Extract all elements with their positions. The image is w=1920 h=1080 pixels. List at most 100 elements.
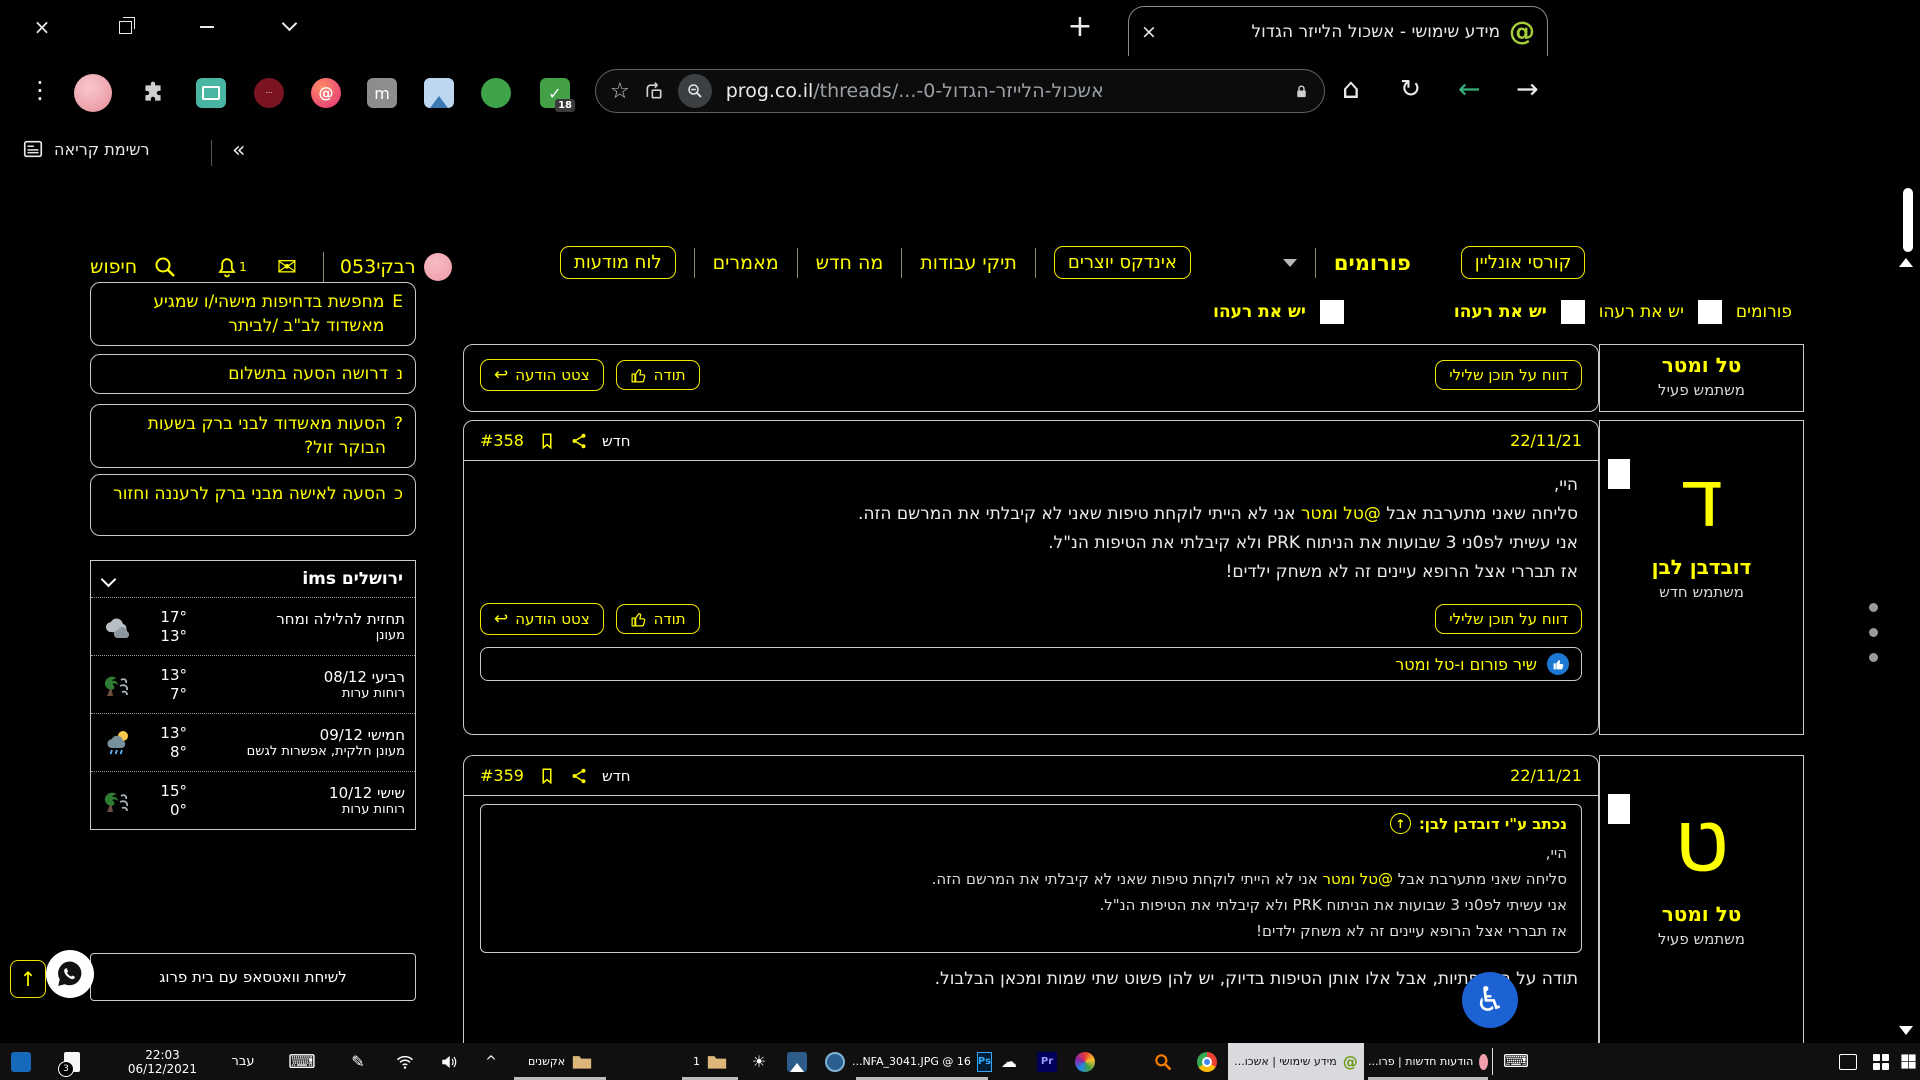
post-number[interactable]: #359 <box>480 766 524 785</box>
breadcrumb-level1[interactable]: יש את רעהו <box>1599 302 1684 322</box>
red-badge-extension-icon[interactable]: ··· <box>254 78 284 108</box>
forward-button[interactable]: ← <box>1458 74 1481 105</box>
nav-portfolios[interactable]: תיקי עבודות <box>920 252 1017 274</box>
extensions-puzzle-icon[interactable] <box>140 80 166 106</box>
leaf-extension-icon[interactable] <box>481 78 511 108</box>
bookmark-icon[interactable] <box>538 432 556 450</box>
window-restore-button[interactable] <box>108 10 142 44</box>
go-to-quoted-post-icon[interactable]: ↑ <box>1390 813 1411 834</box>
thanks-button[interactable]: תודה <box>616 604 700 634</box>
tray-expand-chevron[interactable]: ^ <box>474 1043 508 1080</box>
tab-search-button[interactable] <box>272 6 306 40</box>
carousel-dot[interactable] <box>1869 628 1878 637</box>
scroll-to-top-button[interactable]: ↑ <box>10 960 46 998</box>
avatar-letter[interactable]: ד <box>1600 457 1803 541</box>
home-button[interactable]: ⌂ <box>1342 72 1360 105</box>
task-view-button[interactable] <box>1832 1043 1864 1080</box>
mail-icon[interactable]: ✉ <box>277 253 297 281</box>
new-tab-button[interactable]: + <box>1062 8 1098 44</box>
sidebar-thread-link[interactable]: ? הסעות מאשדוד לבני ברק בשעות הבוקר זול? <box>90 404 416 468</box>
reload-button[interactable]: ↻ <box>1400 74 1421 103</box>
tab-close-icon[interactable]: × <box>1141 21 1157 43</box>
sidebar-thread-link[interactable]: כ הסעה לאישה מבני ברק לרעננה וחזור <box>90 474 416 536</box>
zoom-level-icon[interactable] <box>678 74 712 108</box>
bookmark-star-icon[interactable]: ☆ <box>610 79 630 104</box>
thanks-button[interactable]: תודה <box>616 360 700 390</box>
language-indicator[interactable]: עבר <box>222 1043 264 1080</box>
nav-online-courses-button[interactable]: קורסי אונליין <box>1461 246 1586 279</box>
photos-extension-icon[interactable] <box>424 78 454 108</box>
user-mention[interactable]: @טל ומטר <box>1301 504 1381 524</box>
quote-button[interactable]: צטט הודעה ↩ <box>480 603 604 635</box>
m-extension-icon[interactable]: m <box>367 78 397 108</box>
tray-app-icon[interactable] <box>6 1043 36 1080</box>
user-avatar[interactable] <box>424 253 452 281</box>
sidebar-thread-link[interactable]: נ דרושה הסעה בתשלום <box>90 354 416 394</box>
scroll-up-arrow[interactable] <box>1899 258 1913 267</box>
start-button[interactable] <box>1896 1043 1920 1080</box>
taskbar-clock[interactable]: 22:03 06/12/2021 <box>110 1043 215 1080</box>
browser-menu-icon[interactable]: ⋮ <box>28 76 52 104</box>
scroll-down-arrow[interactable] <box>1899 1026 1913 1035</box>
cloud-icon[interactable]: ☁ <box>992 1043 1026 1080</box>
photos-app-icon[interactable] <box>780 1043 814 1080</box>
taskbar-photoshop[interactable]: ...NFA_3041.JPG @ 16 Ps <box>856 1043 988 1080</box>
back-button[interactable]: → <box>1516 74 1539 105</box>
touch-keyboard-button[interactable]: ⌨ <box>1498 1043 1534 1080</box>
bookmark-icon[interactable] <box>538 767 556 785</box>
scrollbar-thumb[interactable] <box>1903 188 1913 252</box>
window-minimize-button[interactable] <box>190 10 224 44</box>
pen-icon[interactable]: ✎ <box>340 1043 376 1080</box>
search-app-icon[interactable] <box>1146 1043 1180 1080</box>
post-author[interactable]: דובדבן לבן <box>1600 555 1803 579</box>
search-label[interactable]: חיפוש <box>90 256 137 278</box>
breadcrumb-forums[interactable]: פורומים <box>1736 302 1792 322</box>
url-text[interactable]: prog.co.il/threads/אשכול-הלייזר-הגדול-0-… <box>726 80 1279 102</box>
avatar-letter[interactable]: ט <box>1600 796 1803 886</box>
whatsapp-bar[interactable]: לשיחת וואטסאפ עם בית פרוג <box>90 953 416 1001</box>
taskbar-folder-1[interactable]: 1 <box>682 1043 738 1080</box>
paint-palette-icon[interactable] <box>1068 1043 1102 1080</box>
sidebar-thread-link[interactable]: E מחפשת בדחיפות מישהי/ו שמגיע מאשדוד לב"… <box>90 282 416 346</box>
nav-board-button[interactable]: לוח מודעות <box>560 246 676 279</box>
studio-extension-icon[interactable] <box>196 78 226 108</box>
collapse-chevron-icon[interactable] <box>101 571 117 587</box>
notifications-bell-button[interactable]: 1 <box>215 255 247 279</box>
address-bar[interactable]: ☆ prog.co.il/threads/אשכול-הלייזר-הגדול-… <box>595 69 1325 113</box>
browser-tab[interactable]: @ מידע שימושי - אשכול הלייזר הגדול × <box>1128 6 1548 56</box>
breadcrumb-level3[interactable]: יש את רעהו <box>1213 302 1306 322</box>
nav-whats-new[interactable]: מה חדש <box>816 252 884 274</box>
bookmarks-overflow-button[interactable]: « <box>232 138 245 163</box>
accessibility-button[interactable]: ♿ <box>1462 972 1518 1028</box>
user-mention[interactable]: @טל ומטר <box>1323 870 1394 888</box>
reading-list-button[interactable]: רשימת קריאה <box>22 138 150 160</box>
touch-keyboard-icon[interactable]: ⌨ <box>282 1043 322 1080</box>
chrome-icon[interactable] <box>1190 1043 1224 1080</box>
send-to-device-icon[interactable] <box>644 81 664 101</box>
share-icon[interactable] <box>570 432 588 450</box>
carousel-dot[interactable] <box>1869 653 1878 662</box>
brightness-icon[interactable]: ☀ <box>742 1043 776 1080</box>
lock-icon[interactable] <box>1293 83 1310 100</box>
carousel-dot[interactable] <box>1869 603 1878 612</box>
whatsapp-icon[interactable] <box>46 950 94 998</box>
post-author[interactable]: טל ומטר <box>1600 902 1803 926</box>
profile-avatar[interactable] <box>74 74 112 112</box>
report-button[interactable]: דווח על תוכן שלילי <box>1435 604 1582 634</box>
premiere-icon[interactable]: Pr <box>1030 1043 1064 1080</box>
taskbar-active-window[interactable]: מידע שימושי | אשכו... @ <box>1228 1043 1364 1080</box>
notes-tray-icon[interactable]: 3 <box>50 1043 94 1080</box>
quote-title[interactable]: נכתב ע"י דובדבן לבן: <box>1419 815 1567 833</box>
wifi-icon[interactable] <box>386 1043 424 1080</box>
pink-at-extension-icon[interactable]: @ <box>311 78 341 108</box>
forums-dropdown-icon[interactable] <box>1283 259 1297 267</box>
likers-list[interactable]: שיר פורום ו-טל ומטר <box>1395 655 1537 674</box>
nav-creators-index-button[interactable]: אינדקס יוצרים <box>1054 246 1191 279</box>
nav-forums[interactable]: פורומים <box>1334 251 1411 275</box>
window-close-button[interactable]: × <box>25 10 59 44</box>
post-number[interactable]: #358 <box>480 431 524 450</box>
username[interactable]: רבקי053 <box>340 256 416 278</box>
apps-grid-button[interactable] <box>1866 1043 1896 1080</box>
search-icon[interactable] <box>153 255 177 279</box>
breadcrumb-level2[interactable]: יש את רעהו <box>1454 302 1547 322</box>
